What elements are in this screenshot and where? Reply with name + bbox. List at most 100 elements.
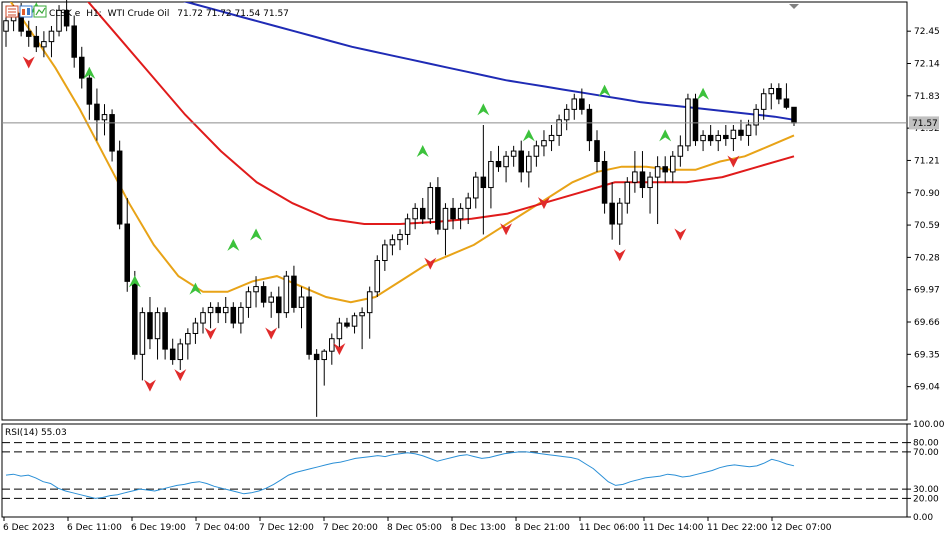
candle-body-down bbox=[109, 114, 115, 152]
candle-body-up bbox=[238, 306, 244, 324]
time-tick-label: 6 Dec 2023 bbox=[3, 523, 55, 533]
candle-body-up bbox=[389, 239, 396, 246]
candle-body-down bbox=[215, 306, 221, 314]
candle bbox=[374, 255, 381, 297]
time-tick-label: 6 Dec 11:00 bbox=[67, 523, 122, 533]
menu-icon[interactable] bbox=[5, 5, 19, 18]
candle-body-down bbox=[132, 280, 138, 355]
time-tick-label: 8 Dec 13:00 bbox=[451, 523, 506, 533]
candle-body-up bbox=[563, 108, 570, 121]
instrument-name: WTI Crude Oil bbox=[108, 9, 170, 19]
rsi-tick-label: 70.00 bbox=[913, 448, 939, 458]
candle-body-down bbox=[344, 322, 350, 327]
candle-body-down bbox=[169, 348, 176, 361]
toolbar-icons[interactable] bbox=[5, 5, 47, 18]
price-tick-label: 72.14 bbox=[914, 60, 940, 70]
candle-body-up bbox=[382, 244, 388, 262]
candle-body-up bbox=[222, 306, 229, 314]
candle-body-up bbox=[677, 145, 684, 157]
candle-body-up bbox=[510, 150, 517, 157]
candle-body-up bbox=[139, 312, 146, 355]
candle-body-up bbox=[192, 322, 199, 334]
candle-body-up bbox=[760, 93, 767, 110]
candle-body-down bbox=[662, 166, 668, 173]
market-watch-icon[interactable] bbox=[19, 5, 33, 18]
candle bbox=[692, 93, 699, 146]
candle-body-up bbox=[321, 350, 328, 361]
candle-body-down bbox=[78, 56, 85, 79]
candle-body-up bbox=[404, 218, 411, 235]
candle-body-up bbox=[647, 176, 653, 189]
candle-body-down bbox=[601, 160, 608, 204]
rsi-tick-label: 0.00 bbox=[913, 513, 933, 523]
candle-body-down bbox=[260, 286, 267, 303]
candle-body-down bbox=[639, 171, 646, 189]
candle-body-down bbox=[306, 296, 312, 355]
price-tick-label: 71.21 bbox=[914, 156, 940, 166]
candle-body-up bbox=[571, 98, 578, 110]
candle-body-down bbox=[609, 202, 615, 225]
candle-body-up bbox=[298, 296, 305, 308]
candle bbox=[116, 140, 123, 230]
trading-chart[interactable]: 72.4572.1471.8371.5271.2170.9070.5970.28… bbox=[0, 0, 951, 538]
candle-body-up bbox=[442, 207, 449, 230]
price-tick-label: 69.35 bbox=[914, 350, 940, 360]
candle-body-up bbox=[669, 155, 676, 173]
candle-body-down bbox=[25, 30, 32, 37]
candle-body-up bbox=[465, 197, 471, 209]
candle-body-up bbox=[154, 312, 161, 340]
candle-body-up bbox=[359, 312, 365, 317]
candle-body-up bbox=[685, 98, 691, 147]
candle-body-down bbox=[86, 77, 93, 105]
candle-body-up bbox=[768, 88, 775, 95]
candle-body-down bbox=[783, 98, 790, 108]
candle-body-up bbox=[715, 134, 722, 142]
candle-body-up bbox=[503, 155, 509, 168]
time-tick-label: 7 Dec 20:00 bbox=[323, 523, 378, 533]
candle-body-down bbox=[124, 223, 131, 282]
signals-icon[interactable] bbox=[33, 5, 47, 18]
candle-body-down bbox=[313, 353, 320, 361]
timeframe: H1: bbox=[86, 9, 102, 19]
candle bbox=[283, 270, 290, 318]
candle-body-up bbox=[548, 134, 555, 142]
candle-body-up bbox=[533, 145, 540, 157]
candle-body-up bbox=[472, 176, 479, 199]
candle-body-up bbox=[200, 312, 206, 324]
candle bbox=[427, 182, 434, 225]
candle-body-down bbox=[275, 296, 282, 314]
price-tick-label: 72.45 bbox=[914, 27, 940, 37]
candle-body-up bbox=[654, 166, 661, 178]
price-tick-label: 69.04 bbox=[914, 383, 940, 393]
candle-body-down bbox=[776, 88, 782, 100]
time-tick-label: 8 Dec 05:00 bbox=[387, 523, 442, 533]
price-tick-label: 70.28 bbox=[914, 253, 940, 263]
candle-body-up bbox=[41, 41, 47, 48]
candle-body-down bbox=[586, 108, 593, 142]
candle-body-up bbox=[427, 187, 434, 220]
candle-body-up bbox=[185, 332, 191, 345]
time-tick-label: 11 Dec 14:00 bbox=[643, 523, 704, 533]
candle-body-up bbox=[374, 260, 381, 293]
candle-body-up bbox=[3, 20, 9, 32]
candle-body-up bbox=[457, 207, 464, 220]
candle-body-down bbox=[738, 129, 744, 136]
rsi-tick-label: 100.00 bbox=[913, 420, 945, 430]
candle-body-down bbox=[94, 103, 100, 121]
time-tick-label: 11 Dec 06:00 bbox=[579, 523, 640, 533]
candle-body-up bbox=[351, 315, 358, 327]
price-tick-label: 70.59 bbox=[914, 221, 940, 231]
candle-body-down bbox=[791, 106, 797, 124]
candle-body-up bbox=[329, 338, 335, 352]
candle-body-down bbox=[116, 150, 123, 225]
candle-body-up bbox=[207, 306, 214, 314]
candle-body-down bbox=[579, 98, 585, 110]
candle-body-up bbox=[632, 171, 638, 183]
symbol-name: CLSK e bbox=[49, 9, 81, 19]
candle-body-down bbox=[495, 160, 502, 168]
rsi-label: RSI(14) 55.03 bbox=[5, 428, 67, 438]
candle-body-up bbox=[526, 155, 532, 173]
price-tick-label: 69.66 bbox=[914, 318, 940, 328]
current-price-label: 71.57 bbox=[912, 119, 938, 129]
candle-body-down bbox=[162, 312, 168, 350]
